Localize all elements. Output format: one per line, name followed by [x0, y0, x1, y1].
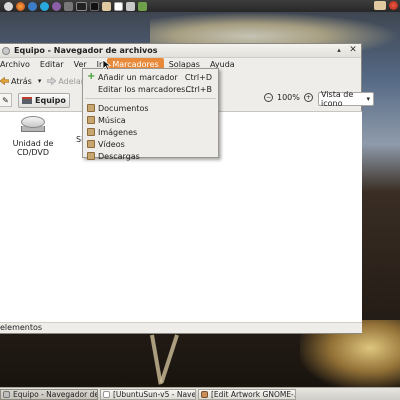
applications-menu-icon[interactable] — [4, 1, 13, 11]
app-panel-icon[interactable] — [138, 1, 147, 11]
bookmarks-menu: + Añadir un marcador Ctrl+D Editar los m… — [82, 68, 219, 161]
page-task-icon — [103, 390, 110, 398]
system-monitor-icon[interactable] — [76, 1, 87, 11]
close-icon[interactable]: ✕ — [349, 45, 357, 56]
file-manager-task-icon — [3, 390, 10, 398]
title-bar[interactable]: Equipo - Navegador de archivos ▴ ✕ — [0, 44, 361, 58]
pictures-folder-icon — [87, 128, 95, 136]
zoom-out-icon[interactable]: − — [264, 93, 273, 102]
add-icon: + — [87, 71, 96, 82]
task-label: Equipo - Navegador de... — [13, 389, 98, 399]
optical-drive-item[interactable]: Unidad de CD/DVD — [0, 116, 66, 157]
maximize-icon[interactable]: ▴ — [335, 45, 343, 56]
back-arrow-icon — [0, 77, 9, 85]
bookmark-musica[interactable]: Música — [83, 114, 218, 126]
folder-panel-icon[interactable] — [126, 1, 135, 11]
edit-bookmarks-shortcut: Ctrl+B — [185, 84, 212, 94]
menu-separator — [85, 98, 216, 99]
status-text: elementos — [0, 323, 43, 332]
menu-archivo[interactable]: Archivo — [0, 58, 35, 71]
edit-location-button[interactable]: ✎ — [0, 93, 12, 107]
settings-icon[interactable] — [64, 1, 73, 11]
user-avatar-icon[interactable] — [102, 1, 111, 11]
optical-drive-label: Unidad de CD/DVD — [12, 139, 54, 157]
path-button-label: Equipo — [35, 95, 66, 105]
skype-icon[interactable] — [40, 1, 49, 11]
downloads-folder-icon — [87, 152, 95, 160]
add-bookmark-item[interactable]: + Añadir un marcador Ctrl+D — [83, 71, 218, 83]
back-label: Atrás — [11, 76, 32, 86]
window-app-icon — [2, 46, 10, 55]
zoom-in-icon[interactable]: + — [303, 93, 313, 102]
zoom-level: 100% — [277, 93, 300, 102]
chevron-down-icon: ▾ — [366, 95, 370, 103]
bookmark-label: Descargas — [98, 151, 140, 161]
firefox-icon[interactable] — [16, 1, 25, 11]
editor-icon[interactable] — [114, 1, 123, 11]
forward-arrow-icon — [47, 77, 57, 85]
view-mode-select[interactable]: Vista de icono ▾ — [318, 90, 374, 108]
back-button[interactable]: Atrás — [0, 77, 32, 86]
task-browser-ubuntusun[interactable]: [UbuntuSun-v5 - Nave... — [100, 388, 196, 400]
task-edit-artwork[interactable]: [Edit Artwork GNOME-... — [198, 388, 296, 400]
zoom-controls: − 100% + — [264, 93, 313, 102]
user-status-icon[interactable] — [374, 1, 386, 10]
top-panel — [0, 0, 400, 12]
taskbar: Equipo - Navegador de... [UbuntuSun-v5 -… — [0, 387, 400, 400]
power-icon[interactable] — [389, 1, 398, 10]
bookmark-videos[interactable]: Vídeos — [83, 138, 218, 150]
edit-bookmarks-item[interactable]: Editar los marcadores… Ctrl+B — [83, 83, 218, 95]
optical-drive-icon — [20, 116, 46, 136]
bookmark-label: Vídeos — [98, 139, 125, 149]
bookmark-imagenes[interactable]: Imágenes — [83, 126, 218, 138]
window-title: Equipo - Navegador de archivos — [14, 46, 158, 55]
edit-bookmarks-label: Editar los marcadores… — [98, 84, 194, 94]
videos-folder-icon — [87, 140, 95, 148]
thunderbird-icon[interactable] — [28, 1, 37, 11]
task-label: [Edit Artwork GNOME-... — [211, 389, 296, 399]
bookmark-descargas[interactable]: Descargas — [83, 150, 218, 162]
status-bar: elementos — [0, 322, 362, 333]
bookmark-documentos[interactable]: Documentos — [83, 102, 218, 114]
add-bookmark-label: Añadir un marcador — [98, 72, 178, 82]
mouse-cursor-icon — [103, 60, 111, 70]
add-bookmark-shortcut: Ctrl+D — [184, 72, 212, 82]
wallpaper-road-line — [150, 334, 163, 385]
bookmark-label: Música — [98, 115, 126, 125]
folder-icon — [87, 104, 95, 112]
view-mode-value: Vista de icono — [321, 90, 354, 108]
computer-icon — [22, 96, 32, 104]
bookmark-label: Documentos — [98, 103, 149, 113]
path-button-equipo[interactable]: Equipo — [18, 92, 70, 108]
task-file-manager[interactable]: Equipo - Navegador de... — [0, 388, 98, 400]
wallpaper-road-line — [159, 334, 179, 384]
terminal-icon[interactable] — [90, 1, 99, 11]
task-label: [UbuntuSun-v5 - Nave... — [113, 389, 196, 399]
pidgin-icon[interactable] — [52, 1, 61, 11]
back-history-dropdown-icon[interactable]: ▾ — [38, 77, 42, 85]
menu-editar[interactable]: Editar — [35, 58, 69, 71]
gimp-task-icon — [201, 390, 208, 398]
bookmark-label: Imágenes — [98, 127, 138, 137]
pencil-icon: ✎ — [2, 95, 9, 105]
music-folder-icon — [87, 116, 95, 124]
